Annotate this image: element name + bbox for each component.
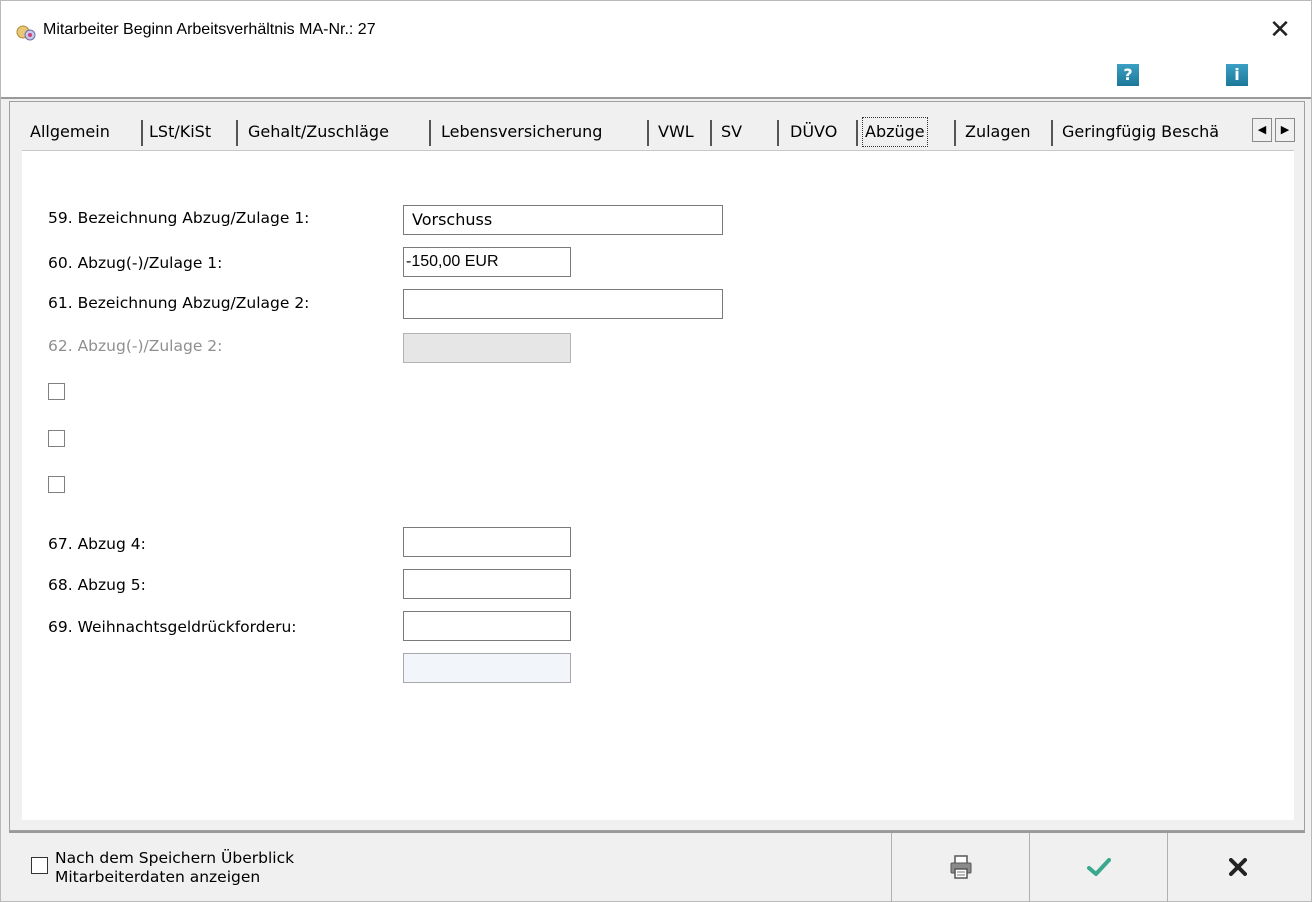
readonly-total-field <box>403 653 571 683</box>
tab-strip: Allgemein LSt/KiSt Gehalt/Zuschläge Lebe… <box>10 114 1304 152</box>
tab-separator <box>236 120 238 146</box>
tab-scroll-left-button[interactable]: ◀ <box>1252 118 1272 142</box>
tab-separator <box>710 120 712 146</box>
window-title: Mitarbeiter Beginn Arbeitsverhältnis MA-… <box>43 21 376 38</box>
abzug-5-input[interactable] <box>403 569 571 599</box>
label-weihnachtsgeldrueckforderung: 69. Weihnachtsgeldrückforderu: <box>48 618 297 636</box>
tab-panel-abzuege: 59. Bezeichnung Abzug/Zulage 1: Vorschus… <box>22 150 1294 820</box>
tab-separator <box>856 120 858 146</box>
tab-sv[interactable]: SV <box>721 114 742 150</box>
tab-abzuege[interactable]: Abzüge <box>862 117 928 147</box>
tab-scroll-right-button[interactable]: ▶ <box>1275 118 1295 142</box>
option-checkbox-3[interactable] <box>48 476 65 493</box>
print-button[interactable] <box>891 833 1029 902</box>
app-icon <box>16 25 36 41</box>
label-bezeichnung-1: 59. Bezeichnung Abzug/Zulage 1: <box>48 209 310 227</box>
tab-lebensversicherung[interactable]: Lebensversicherung <box>441 114 602 150</box>
label-abzug-4: 67. Abzug 4: <box>48 535 146 553</box>
abzug-zulage-1-input[interactable]: -150,00 EUR <box>403 247 571 277</box>
ok-button[interactable] <box>1029 833 1167 902</box>
show-overview-label: Nach dem Speichern Überblick Mitarbeiter… <box>55 849 295 886</box>
show-overview-checkbox[interactable] <box>31 857 48 874</box>
dialog-footer: Nach dem Speichern Überblick Mitarbeiter… <box>9 831 1305 902</box>
label-bezeichnung-2: 61. Bezeichnung Abzug/Zulage 2: <box>48 294 310 312</box>
tab-vwl[interactable]: VWL <box>658 114 694 150</box>
bezeichnung-2-input[interactable] <box>403 289 723 319</box>
title-bar: Mitarbeiter Beginn Arbeitsverhältnis MA-… <box>1 1 1311 57</box>
abzug-zulage-2-input <box>403 333 571 363</box>
option-checkbox-2[interactable] <box>48 430 65 447</box>
label-abzug-5: 68. Abzug 5: <box>48 576 146 594</box>
window-close-button[interactable]: ✕ <box>1267 17 1293 43</box>
tab-allgemein[interactable]: Allgemein <box>30 114 110 150</box>
bezeichnung-1-input[interactable]: Vorschuss <box>403 205 723 235</box>
tab-container: Allgemein LSt/KiSt Gehalt/Zuschläge Lebe… <box>9 101 1305 831</box>
tab-separator <box>429 120 431 146</box>
tab-separator <box>141 120 143 146</box>
weihnachtsgeldrueckforderung-input[interactable] <box>403 611 571 641</box>
checkmark-icon <box>1087 858 1111 876</box>
tab-geringfuegig[interactable]: Geringfügig Beschä <box>1062 114 1252 150</box>
info-button[interactable]: i <box>1226 64 1248 86</box>
tab-lst-kist[interactable]: LSt/KiSt <box>149 114 211 150</box>
print-icon <box>950 855 972 879</box>
tab-zulagen[interactable]: Zulagen <box>965 114 1031 150</box>
option-checkbox-1[interactable] <box>48 383 65 400</box>
tab-separator <box>777 120 779 146</box>
tab-gehalt-zuschlaege[interactable]: Gehalt/Zuschläge <box>248 114 389 150</box>
help-button[interactable]: ? <box>1117 64 1139 86</box>
label-abzug-zulage-2: 62. Abzug(-)/Zulage 2: <box>48 337 223 355</box>
dialog-window: Mitarbeiter Beginn Arbeitsverhältnis MA-… <box>0 0 1312 902</box>
tab-separator <box>1051 120 1053 146</box>
help-toolbar: ? i <box>1 57 1311 99</box>
abzug-4-input[interactable] <box>403 527 571 557</box>
tab-separator <box>954 120 956 146</box>
tab-duevo[interactable]: DÜVO <box>790 114 837 150</box>
cancel-button[interactable] <box>1167 833 1305 902</box>
close-icon <box>1229 858 1247 876</box>
label-abzug-zulage-1: 60. Abzug(-)/Zulage 1: <box>48 254 223 272</box>
tab-separator <box>647 120 649 146</box>
